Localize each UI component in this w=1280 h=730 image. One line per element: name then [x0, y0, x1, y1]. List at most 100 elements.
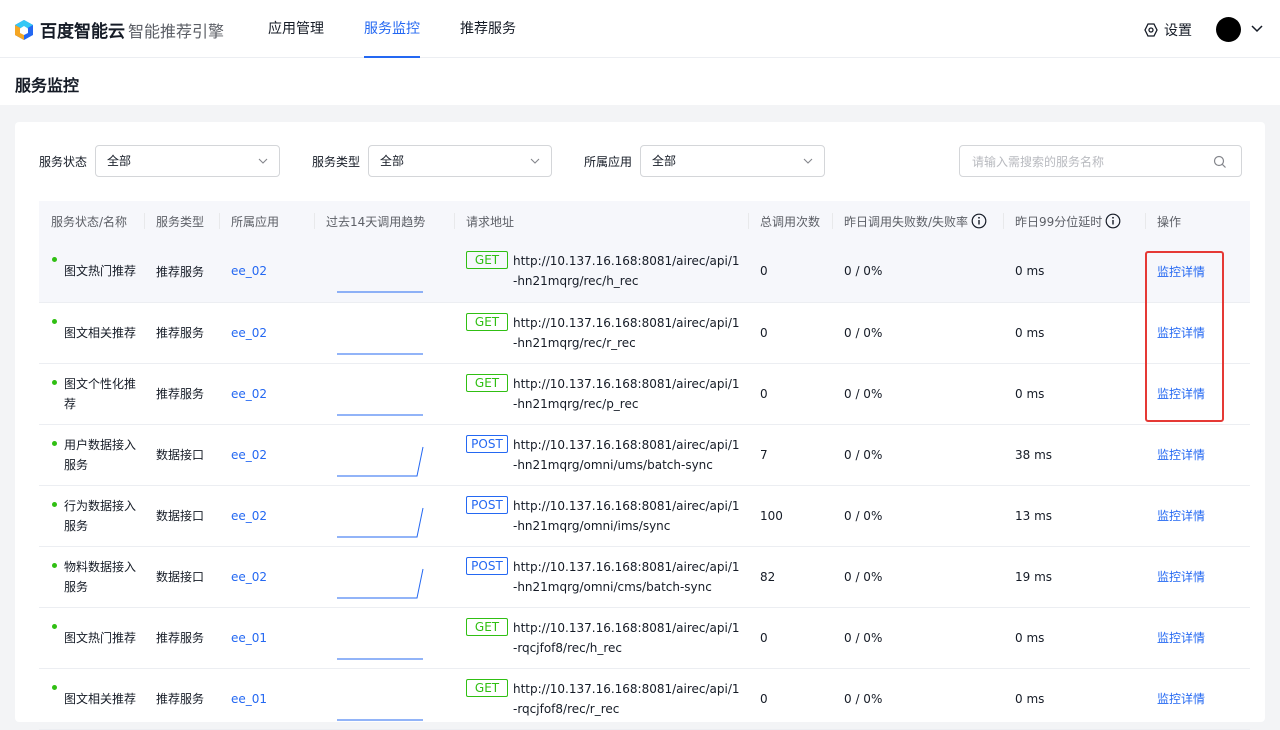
total-calls: 82: [748, 546, 832, 608]
monitor-details-link[interactable]: 监控详情: [1157, 509, 1205, 523]
service-name-cell: 图文热门推荐: [39, 241, 144, 303]
status-dot-icon: [52, 379, 57, 385]
service-name-cell: 图文相关推荐: [39, 668, 144, 730]
request-url: http://10.137.16.168:8081/airec/api/1-rq…: [513, 681, 740, 716]
table-row: 图文个性化推荐 推荐服务 ee_02 GET http://10.137.16.168:…: [39, 363, 1250, 425]
nav-item-recommendation-service[interactable]: 推荐服务: [460, 0, 516, 58]
p99-latency: 0 ms: [1003, 302, 1145, 364]
info-icon[interactable]: [1105, 213, 1121, 229]
service-name: 图文相关推荐: [64, 325, 137, 340]
chevron-down-icon: [803, 158, 813, 164]
user-avatar[interactable]: [1216, 17, 1241, 42]
p99-latency: 19 ms: [1003, 546, 1145, 608]
status-dot-icon: [52, 562, 57, 568]
service-type: 推荐服务: [144, 302, 219, 364]
column-header-action: 操作: [1145, 201, 1250, 241]
column-header-url[interactable]: 请求地址: [454, 201, 748, 241]
status-select-value: 全部: [107, 154, 132, 168]
column-header-trend[interactable]: 过去14天调用趋势: [314, 201, 454, 241]
request-url: http://10.137.16.168:8081/airec/api/1-hn…: [513, 559, 740, 594]
p99-latency: 0 ms: [1003, 607, 1145, 669]
request-address: GET http://10.137.16.168:8081/airec/api/1…: [466, 617, 748, 658]
settings-button[interactable]: 设置: [1144, 20, 1192, 40]
column-header-total-calls[interactable]: 总调用次数: [748, 201, 832, 241]
request-address: GET http://10.137.16.168:8081/airec/api/1…: [466, 312, 748, 353]
monitor-details-link[interactable]: 监控详情: [1157, 387, 1205, 401]
p99-latency: 38 ms: [1003, 424, 1145, 486]
trend-sparkline: [337, 353, 423, 354]
app-link[interactable]: ee_02: [231, 570, 267, 584]
app-select[interactable]: 全部: [640, 145, 825, 177]
monitor-details-link[interactable]: 监控详情: [1157, 326, 1205, 340]
service-type: 数据接口: [144, 485, 219, 547]
failure-count-rate: 0 / 0%: [832, 668, 1003, 730]
monitor-details-link[interactable]: 监控详情: [1157, 570, 1205, 584]
nav-item-service-monitoring[interactable]: 服务监控: [364, 0, 420, 58]
failure-count-rate: 0 / 0%: [832, 302, 1003, 364]
total-calls: 0: [748, 607, 832, 669]
http-method-tag: GET: [466, 373, 508, 392]
search-input[interactable]: [972, 153, 1202, 171]
status-dot-icon: [52, 684, 57, 690]
type-select[interactable]: 全部: [368, 145, 552, 177]
status-dot-icon: [52, 318, 57, 324]
request-address: GET http://10.137.16.168:8081/airec/api/1…: [466, 373, 748, 414]
app-link[interactable]: ee_01: [231, 631, 267, 645]
nav-item-app-management[interactable]: 应用管理: [268, 0, 324, 58]
http-method-tag: GET: [466, 251, 508, 270]
http-method-tag: POST: [466, 495, 508, 514]
trend-sparkline: [337, 658, 423, 659]
settings-label: 设置: [1164, 23, 1192, 39]
total-calls: 0: [748, 668, 832, 730]
table-row: 行为数据接入服务 数据接口 ee_02 POST http://10.137.16.16…: [39, 485, 1250, 547]
column-header-failures[interactable]: 昨日调用失败数/失败率: [832, 201, 1003, 241]
service-name-cell: 图文相关推荐: [39, 302, 144, 364]
p99-latency: 13 ms: [1003, 485, 1145, 547]
chevron-down-icon[interactable]: [1250, 22, 1264, 36]
app-link[interactable]: ee_02: [231, 264, 267, 278]
request-address: POST http://10.137.16.168:8081/airec/api/…: [466, 434, 748, 475]
request-url: http://10.137.16.168:8081/airec/api/1-hn…: [513, 254, 740, 289]
trend-sparkline: [337, 719, 423, 720]
request-url: http://10.137.16.168:8081/airec/api/1-rq…: [513, 620, 740, 655]
service-name: 图文热门推荐: [64, 630, 137, 645]
request-address: POST http://10.137.16.168:8081/airec/api/…: [466, 556, 748, 597]
service-name-cell: 用户数据接入服务: [39, 424, 144, 486]
http-method-tag: GET: [466, 617, 508, 636]
page-title: 服务监控: [15, 76, 80, 95]
http-method-tag: GET: [466, 678, 508, 697]
service-type: 推荐服务: [144, 241, 219, 303]
table-row: 图文热门推荐 推荐服务 ee_01 GET http://10.137.16.168:8…: [39, 607, 1250, 669]
service-type: 推荐服务: [144, 607, 219, 669]
table-header-row: 服务状态/名称 服务类型 所属应用 过去14天调用趋势 请求地址 总调用次数 昨…: [39, 201, 1250, 241]
app-link[interactable]: ee_02: [231, 448, 267, 462]
monitor-details-link[interactable]: 监控详情: [1157, 631, 1205, 645]
service-name: 图文相关推荐: [64, 691, 137, 706]
product-name: 智能推荐引擎: [128, 22, 225, 41]
search-icon[interactable]: [1213, 155, 1227, 169]
service-type: 推荐服务: [144, 363, 219, 425]
column-header-status-name[interactable]: 服务状态/名称: [39, 201, 144, 241]
chevron-down-icon: [530, 158, 540, 164]
baidu-cloud-logo[interactable]: 百度智能云: [14, 17, 125, 42]
app-link[interactable]: ee_02: [231, 326, 267, 340]
total-calls: 7: [748, 424, 832, 486]
monitor-details-link[interactable]: 监控详情: [1157, 692, 1205, 706]
column-header-app[interactable]: 所属应用: [219, 201, 314, 241]
p99-latency: 0 ms: [1003, 668, 1145, 730]
monitor-details-link[interactable]: 监控详情: [1157, 448, 1205, 462]
request-url: http://10.137.16.168:8081/airec/api/1-hn…: [513, 376, 740, 411]
monitor-details-link[interactable]: 监控详情: [1157, 265, 1205, 279]
failure-count-rate: 0 / 0%: [832, 424, 1003, 486]
info-icon[interactable]: [971, 213, 987, 229]
service-type: 推荐服务: [144, 668, 219, 730]
failure-count-rate: 0 / 0%: [832, 363, 1003, 425]
chevron-down-icon: [258, 158, 268, 164]
app-link[interactable]: ee_01: [231, 692, 267, 706]
column-header-p99-latency[interactable]: 昨日99分位延时: [1003, 201, 1145, 241]
app-link[interactable]: ee_02: [231, 387, 267, 401]
app-link[interactable]: ee_02: [231, 509, 267, 523]
column-header-type[interactable]: 服务类型: [144, 201, 219, 241]
total-calls: 0: [748, 241, 832, 303]
status-select[interactable]: 全部: [95, 145, 280, 177]
